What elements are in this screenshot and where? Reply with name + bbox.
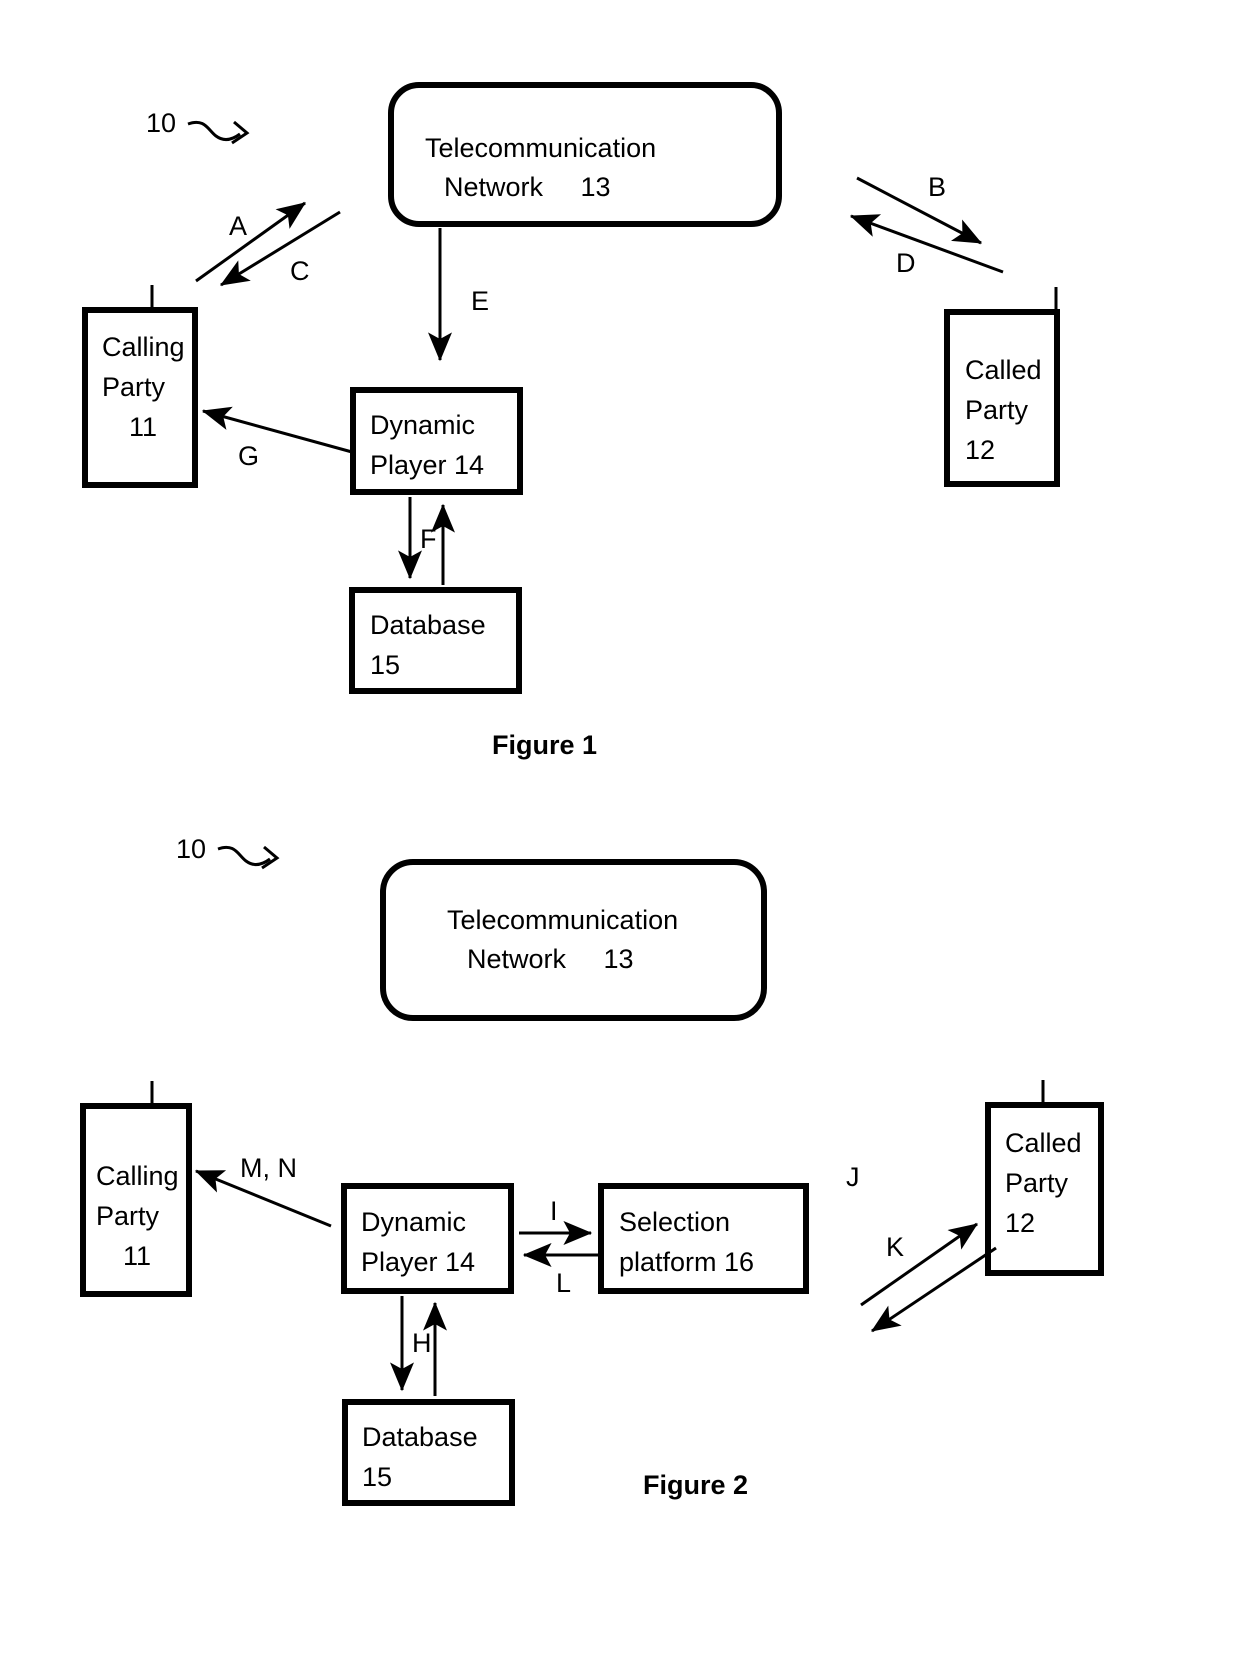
telecom-network-line2-fig1: Network 13 bbox=[444, 172, 611, 202]
edge-label-f-fig1: F bbox=[420, 524, 437, 554]
calling-party-line1-fig2: Calling bbox=[96, 1161, 179, 1191]
dynamic-player-line1-fig2: Dynamic bbox=[361, 1207, 467, 1237]
database-line2-fig1: 15 bbox=[370, 650, 401, 680]
called-party-line2-fig2: Party bbox=[1005, 1168, 1069, 1198]
database-line2-fig2: 15 bbox=[362, 1462, 393, 1492]
dynamic-player-line1-fig1: Dynamic bbox=[370, 410, 476, 440]
dynamic-player-line2-fig1: Player 14 bbox=[370, 450, 485, 480]
ref-pointer-curve-fig1 bbox=[187, 121, 241, 142]
dynamic-player-line2-fig2: Player 14 bbox=[361, 1247, 476, 1277]
edge-label-c-fig1: C bbox=[290, 256, 310, 286]
edge-label-k-fig2: K bbox=[886, 1232, 905, 1262]
telecom-network-line1-fig2: Telecommunication bbox=[447, 905, 679, 935]
edge-label-a-fig1: A bbox=[229, 211, 248, 241]
edge-label-i-fig2: I bbox=[550, 1196, 558, 1226]
edge-arrow-j-fig2 bbox=[860, 1222, 978, 1307]
ref-pointer-curve-fig2 bbox=[217, 846, 271, 867]
calling-party-line1-fig1: Calling bbox=[102, 332, 185, 362]
calling-party-line2-fig1: Party bbox=[102, 372, 166, 402]
called-party-line2-fig1: Party bbox=[965, 395, 1029, 425]
database-line1-fig1: Database bbox=[370, 610, 486, 640]
edge-label-h-fig2: H bbox=[412, 1328, 432, 1358]
figure-sheet: 10 Telecommunication Network 13 Calling … bbox=[0, 0, 1240, 1664]
called-party-line1-fig2: Called bbox=[1005, 1128, 1082, 1158]
edge-label-l-fig2: L bbox=[556, 1268, 572, 1298]
called-party-line1-fig1: Called bbox=[965, 355, 1042, 385]
reference-numeral-fig2: 10 bbox=[176, 834, 207, 864]
edge-arrow-g-fig1 bbox=[201, 406, 353, 454]
figure-caption-1: Figure 1 bbox=[492, 730, 598, 760]
selection-platform-line1-fig2: Selection bbox=[619, 1207, 731, 1237]
diagram-vector-layer bbox=[80, 82, 1104, 1506]
edge-label-g-fig1: G bbox=[238, 441, 260, 471]
edge-arrow-b-fig1 bbox=[856, 176, 983, 245]
calling-party-line3-fig1: 11 bbox=[129, 412, 158, 442]
database-line1-fig2: Database bbox=[362, 1422, 478, 1452]
edge-label-j-fig2: J bbox=[846, 1162, 860, 1192]
reference-numeral-fig1: 10 bbox=[146, 108, 177, 138]
calling-party-line3-fig2: 11 bbox=[123, 1241, 152, 1271]
figure-caption-2: Figure 2 bbox=[643, 1470, 749, 1500]
edge-label-e-fig1: E bbox=[471, 286, 490, 316]
telecom-network-line1-fig1: Telecommunication bbox=[425, 133, 657, 163]
edge-label-b-fig1: B bbox=[928, 172, 947, 202]
called-party-line3-fig2: 12 bbox=[1005, 1208, 1036, 1238]
telecom-network-line2-fig2: Network 13 bbox=[467, 944, 634, 974]
ref-pointer-arrowhead-fig2 bbox=[261, 845, 280, 870]
selection-platform-line2-fig2: platform 16 bbox=[619, 1247, 755, 1277]
called-party-line3-fig1: 12 bbox=[965, 435, 996, 465]
edge-label-mn-fig2: M, N bbox=[240, 1153, 297, 1183]
calling-party-line2-fig2: Party bbox=[96, 1201, 160, 1231]
edge-label-d-fig1: D bbox=[896, 248, 916, 278]
ref-pointer-arrowhead-fig1 bbox=[231, 120, 250, 145]
